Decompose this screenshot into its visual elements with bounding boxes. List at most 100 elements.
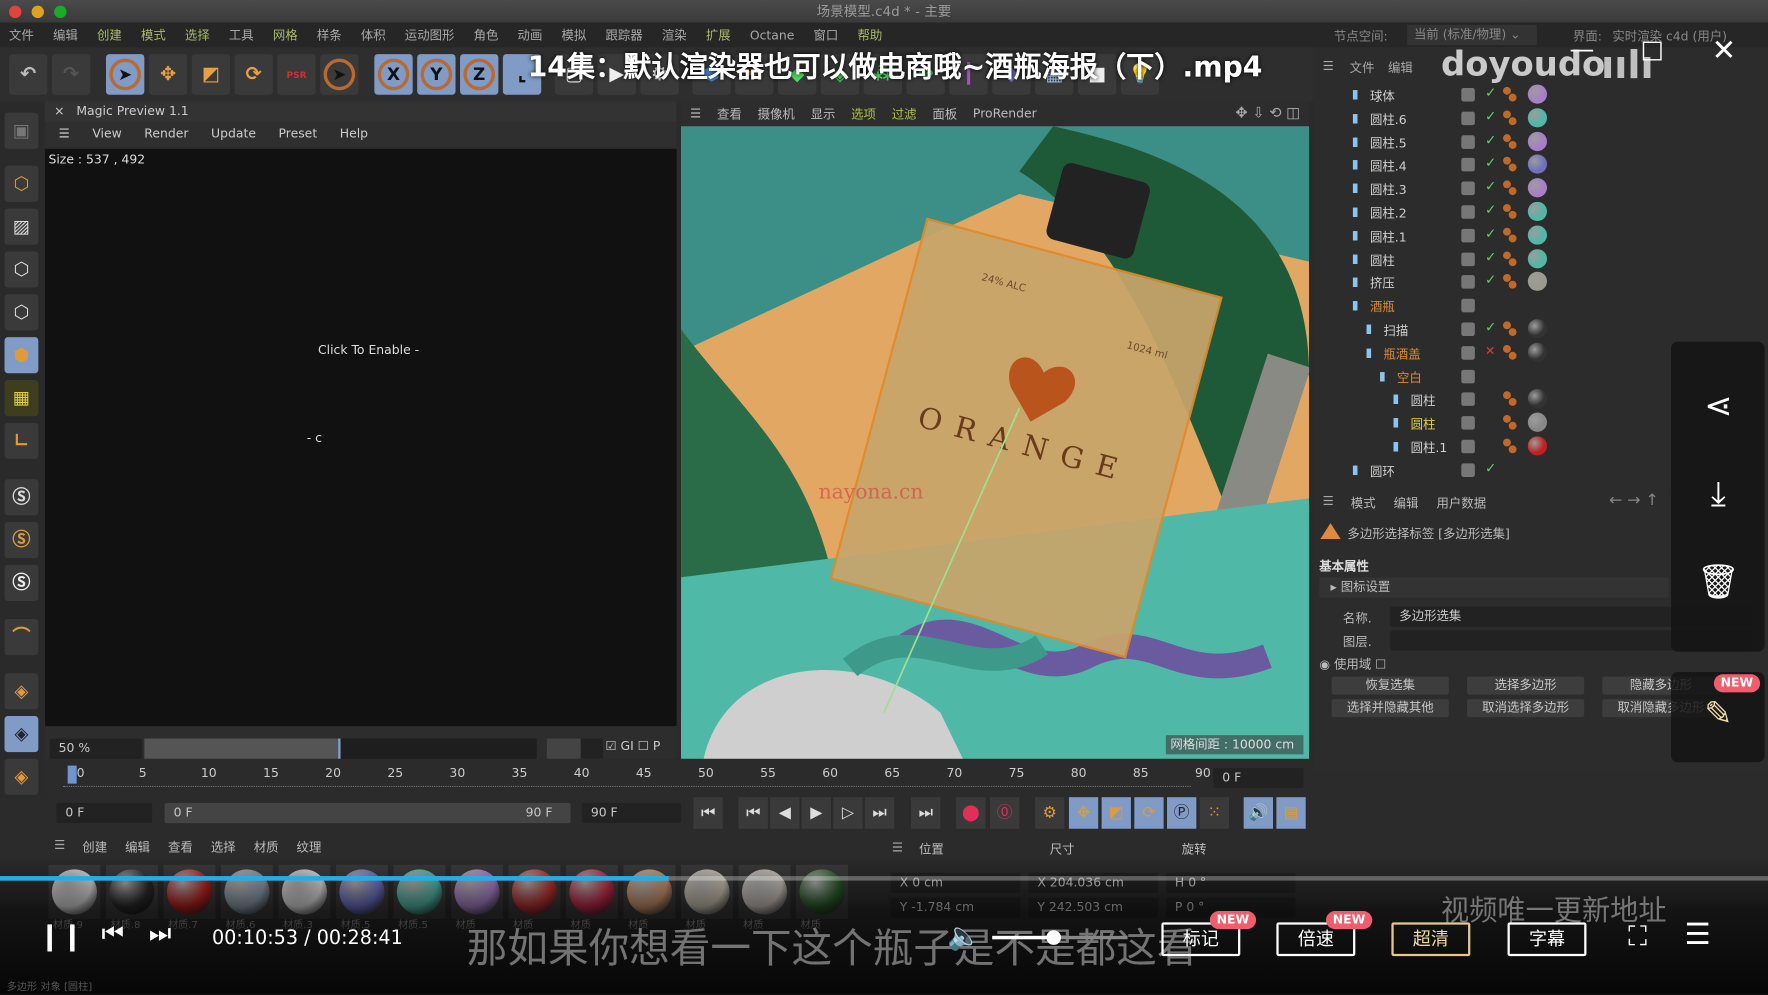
- material-menu-item[interactable]: 选择: [211, 838, 236, 856]
- snap-settings-icon[interactable]: Ⓢ: [4, 522, 39, 559]
- key-parameter-icon[interactable]: Ⓟ: [1167, 797, 1197, 829]
- menu-item-工具[interactable]: 工具: [229, 26, 254, 44]
- visibility-toggle[interactable]: [1461, 392, 1475, 407]
- object-row[interactable]: ▮ 扫描 ✓: [1314, 318, 1768, 341]
- object-row[interactable]: ▮ 圆柱 ✓: [1314, 248, 1768, 271]
- next-frame-icon[interactable]: ▷: [833, 797, 863, 829]
- texture-mode-icon[interactable]: ▨: [4, 208, 39, 245]
- material-tag[interactable]: [1527, 84, 1547, 104]
- enabled-check-icon[interactable]: ✓: [1485, 155, 1496, 171]
- material-tag[interactable]: [1527, 154, 1547, 175]
- object-row[interactable]: ▮ 酒瓶: [1314, 295, 1768, 318]
- material-menu-item[interactable]: 纹理: [297, 838, 322, 856]
- material-menu-item[interactable]: 编辑: [125, 838, 150, 856]
- material-tag[interactable]: [1527, 342, 1547, 362]
- menu-item-模拟[interactable]: 模拟: [562, 26, 587, 44]
- visibility-toggle[interactable]: [1461, 299, 1475, 313]
- icon-settings-group[interactable]: ▸ 图标设置: [1319, 577, 1669, 598]
- material-tag[interactable]: [1527, 412, 1547, 433]
- make-editable-icon[interactable]: ▣: [4, 112, 39, 149]
- polygons-mode-icon[interactable]: ⬢: [4, 337, 39, 374]
- frame-range-slider[interactable]: 0 F 90 F: [164, 802, 571, 824]
- workplane-icon[interactable]: ◈: [4, 673, 39, 710]
- next-key-icon[interactable]: ⏭: [864, 797, 895, 829]
- psr-icon[interactable]: PSR: [277, 54, 316, 95]
- menu-item-创建[interactable]: 创建: [97, 26, 122, 44]
- menu-item-帮助[interactable]: 帮助: [858, 26, 883, 44]
- menu-item-跟踪器[interactable]: 跟踪器: [605, 26, 642, 44]
- visibility-toggle[interactable]: [1461, 369, 1475, 383]
- play-icon[interactable]: ▶: [801, 797, 832, 829]
- volume-slider[interactable]: [992, 930, 1128, 945]
- scale-tool-icon[interactable]: ◩: [191, 54, 231, 95]
- visibility-toggle[interactable]: [1461, 228, 1475, 243]
- current-frame-field[interactable]: 0 F: [1213, 767, 1304, 789]
- key-position-icon[interactable]: ✥: [1068, 797, 1099, 829]
- snap-workplane-icon[interactable]: Ⓢ: [4, 564, 39, 601]
- z-axis-button[interactable]: Z: [460, 54, 499, 95]
- enabled-check-icon[interactable]: ✓: [1485, 202, 1496, 218]
- preview-progress-track[interactable]: [144, 738, 537, 759]
- model-mode-icon[interactable]: ⬡: [4, 165, 39, 202]
- material-tag[interactable]: [1527, 201, 1547, 221]
- material-menu-item[interactable]: 创建: [82, 838, 107, 856]
- playhead[interactable]: [67, 765, 77, 784]
- object-row[interactable]: ▮ 圆柱.2 ✓: [1314, 201, 1768, 224]
- om-hamburger-icon[interactable]: ☰: [1323, 59, 1334, 74]
- visibility-toggle[interactable]: [1461, 134, 1475, 149]
- visibility-toggle[interactable]: [1461, 205, 1475, 219]
- om-menu-edit[interactable]: 编辑: [1388, 59, 1413, 77]
- menu-item-Octane[interactable]: Octane: [750, 28, 795, 43]
- menu-item-动画[interactable]: 动画: [518, 26, 543, 44]
- volume-knob[interactable]: [1046, 930, 1062, 945]
- menu-item-编辑[interactable]: 编辑: [53, 26, 78, 44]
- preview-menu-help[interactable]: Help: [340, 122, 368, 147]
- object-row[interactable]: ▮ 圆柱.5 ✓: [1314, 130, 1768, 153]
- enabled-check-icon[interactable]: ✓: [1485, 319, 1496, 335]
- select-tool-button[interactable]: ➤: [105, 54, 145, 95]
- visibility-toggle[interactable]: [1461, 158, 1475, 172]
- preview-menu-view[interactable]: View: [92, 122, 121, 147]
- enabled-check-icon[interactable]: ✓: [1485, 272, 1496, 288]
- quality-button[interactable]: 超清: [1391, 922, 1471, 957]
- zoom-window-button[interactable]: [54, 5, 67, 19]
- menu-item-体积[interactable]: 体积: [361, 26, 386, 44]
- menu-item-样条[interactable]: 样条: [317, 26, 342, 44]
- visibility-toggle[interactable]: [1461, 87, 1475, 102]
- object-row[interactable]: ▮ 挤压 ✓: [1314, 271, 1768, 294]
- attr-button[interactable]: 取消选择多边形: [1466, 699, 1585, 718]
- viewport-menu-item[interactable]: 摄像机: [758, 104, 795, 122]
- autokey-icon[interactable]: ⓪: [989, 797, 1020, 829]
- visibility-toggle[interactable]: [1461, 252, 1475, 266]
- quality-slider[interactable]: [546, 738, 604, 759]
- enabled-check-icon[interactable]: ✓: [1485, 249, 1496, 265]
- material-tag[interactable]: [1527, 108, 1547, 128]
- record-key-icon[interactable]: ⬤: [956, 797, 986, 829]
- preview-menu-preset[interactable]: Preset: [279, 122, 318, 147]
- coord-hamburger-icon[interactable]: ☰: [892, 840, 903, 855]
- material-tag[interactable]: [1527, 319, 1547, 339]
- close-window-button[interactable]: [9, 5, 22, 19]
- next-video-icon[interactable]: ⏭: [149, 920, 171, 948]
- magnet-icon[interactable]: ⌒: [4, 619, 39, 656]
- rotate-tool-icon[interactable]: ⟳: [234, 54, 273, 95]
- attr-hamburger-icon[interactable]: ☰: [1323, 494, 1334, 509]
- snap-icon[interactable]: Ⓢ: [4, 479, 39, 516]
- keyframe-selection-icon[interactable]: ⚙: [1035, 797, 1065, 829]
- viewport-nav-icons[interactable]: ✥ ⇩ ⟲ ◫: [1235, 105, 1300, 122]
- menu-item-模式[interactable]: 模式: [141, 26, 166, 44]
- menu-item-网格[interactable]: 网格: [273, 26, 298, 44]
- enabled-check-icon[interactable]: ✓: [1485, 460, 1496, 476]
- subtitles-button[interactable]: 字幕: [1507, 922, 1587, 957]
- viewport-menu-item[interactable]: 显示: [811, 104, 836, 122]
- om-menu-file[interactable]: 文件: [1350, 59, 1375, 77]
- magic-preview-canvas[interactable]: Size : 537 , 492 Click To Enable - - c: [45, 148, 677, 727]
- enabled-check-icon[interactable]: ✓: [1485, 108, 1496, 124]
- close-panel-icon[interactable]: ×: [54, 104, 64, 119]
- viewport-menu-item[interactable]: 查看: [717, 104, 742, 122]
- live-select-button[interactable]: ➤: [320, 54, 359, 95]
- attr-button[interactable]: 恢复选集: [1331, 676, 1449, 695]
- previous-key-icon[interactable]: ⏮: [738, 797, 768, 829]
- close-player-icon[interactable]: ✕: [1712, 34, 1737, 68]
- material-tag[interactable]: [1527, 248, 1547, 268]
